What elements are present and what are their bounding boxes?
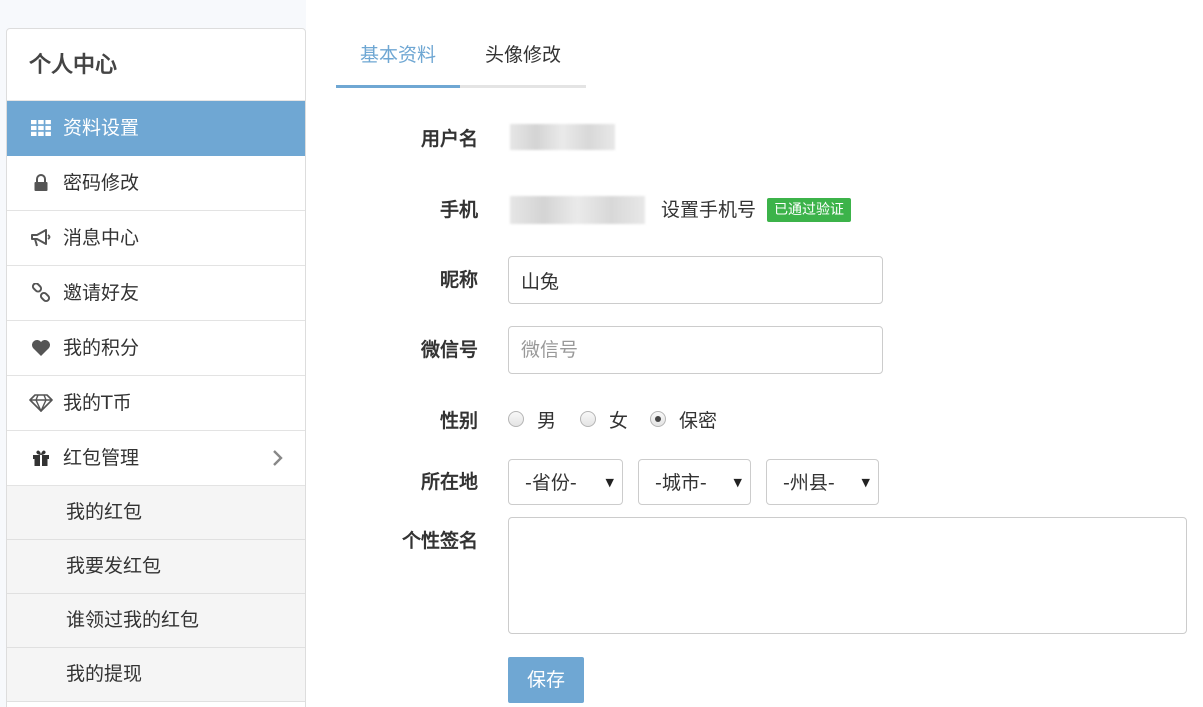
sidebar-item-password[interactable]: 密码修改 [7, 156, 305, 211]
sidebar-subitem-my-withdrawals[interactable]: 我的提现 [7, 648, 305, 702]
gender-female-radio[interactable] [580, 411, 596, 427]
gift-icon [29, 431, 53, 485]
username-value-redacted [510, 124, 615, 150]
sidebar-item-label: 资料设置 [63, 117, 140, 139]
phone-label: 手机 [439, 199, 478, 221]
signature-label: 个性签名 [401, 530, 478, 552]
sidebar-item-label: 我的T币 [63, 392, 132, 414]
nickname-input[interactable] [508, 256, 883, 304]
sidebar: 个人中心 资料设置 密码修改 消息中心 邀请好友 我的积分 我的T币 红包管理 … [6, 28, 306, 707]
sidebar-item-label: 红包管理 [63, 447, 140, 469]
signature-textarea[interactable] [508, 517, 1187, 634]
sidebar-item-red-packet-management[interactable]: 红包管理 [7, 431, 305, 486]
city-select[interactable]: -城市- ▼ [638, 459, 751, 505]
phone-row: 手机 设置手机号 已通过验证 [306, 194, 1203, 226]
set-phone-link[interactable]: 设置手机号 [661, 194, 756, 226]
sidebar-item-my-tcoin[interactable]: 我的T币 [7, 376, 305, 431]
province-select-value: -省份- [525, 472, 577, 494]
wechat-label: 微信号 [420, 339, 478, 361]
gender-row: 性别 男 女 保密 [306, 406, 1203, 436]
phone-value-redacted [510, 196, 645, 224]
gender-male-label: 男 [537, 410, 557, 432]
username-row: 用户名 [306, 124, 1203, 154]
chevron-right-icon [271, 431, 285, 485]
sidebar-subitem-who-received[interactable]: 谁领过我的红包 [7, 594, 305, 648]
sidebar-item-label: 密码修改 [63, 172, 140, 194]
sidebar-item-label: 邀请好友 [63, 282, 140, 304]
gender-secret-label: 保密 [679, 410, 718, 432]
diamond-icon [29, 376, 53, 430]
main-content: 基本资料 头像修改 用户名 手机 设置手机号 已通过验证 昵称 微信号 性 [306, 0, 1203, 707]
sidebar-subitem-my-red-packets[interactable]: 我的红包 [7, 486, 305, 540]
dropdown-arrow-icon: ▼ [861, 476, 870, 489]
gender-female-label: 女 [609, 410, 629, 432]
gender-secret-radio[interactable] [650, 411, 666, 427]
tab-avatar[interactable]: 头像修改 [460, 33, 586, 82]
province-select[interactable]: -省份- ▼ [508, 459, 623, 505]
sidebar-subitem-send-red-packet[interactable]: 我要发红包 [7, 540, 305, 594]
link-icon [29, 266, 53, 320]
sidebar-title: 个人中心 [7, 29, 305, 101]
sidebar-item-invite-friends[interactable]: 邀请好友 [7, 266, 305, 321]
verified-badge: 已通过验证 [767, 198, 851, 222]
tab-basic-info[interactable]: 基本资料 [336, 33, 460, 82]
gender-label: 性别 [439, 410, 478, 432]
wechat-row: 微信号 [306, 326, 1203, 374]
wechat-input[interactable] [508, 326, 883, 374]
sidebar-item-profile-settings[interactable]: 资料设置 [7, 101, 305, 156]
county-select-value: -州县- [783, 472, 835, 494]
sidebar-item-messages[interactable]: 消息中心 [7, 211, 305, 266]
county-select[interactable]: -州县- ▼ [766, 459, 879, 505]
signature-row: 个性签名 [306, 517, 1203, 634]
sidebar-item-label: 消息中心 [63, 227, 140, 249]
sidebar-item-label: 我的积分 [63, 337, 140, 359]
nickname-row: 昵称 [306, 256, 1203, 304]
save-button[interactable]: 保存 [508, 657, 584, 703]
location-label: 所在地 [420, 471, 478, 493]
lock-icon [29, 156, 53, 210]
username-label: 用户名 [420, 128, 478, 150]
heart-icon [29, 321, 53, 375]
grid-icon [29, 101, 53, 155]
sidebar-item-my-points[interactable]: 我的积分 [7, 321, 305, 376]
megaphone-icon [29, 211, 53, 265]
active-tab-indicator [336, 85, 460, 88]
location-row: 所在地 -省份- ▼ -城市- ▼ -州县- ▼ [306, 459, 1203, 505]
city-select-value: -城市- [655, 472, 707, 494]
dropdown-arrow-icon: ▼ [605, 476, 614, 489]
gender-male-radio[interactable] [508, 411, 524, 427]
dropdown-arrow-icon: ▼ [733, 476, 742, 489]
tab-bar: 基本资料 头像修改 [336, 33, 586, 88]
profile-settings-page: 个人中心 资料设置 密码修改 消息中心 邀请好友 我的积分 我的T币 红包管理 … [0, 0, 1203, 707]
nickname-label: 昵称 [439, 269, 478, 291]
